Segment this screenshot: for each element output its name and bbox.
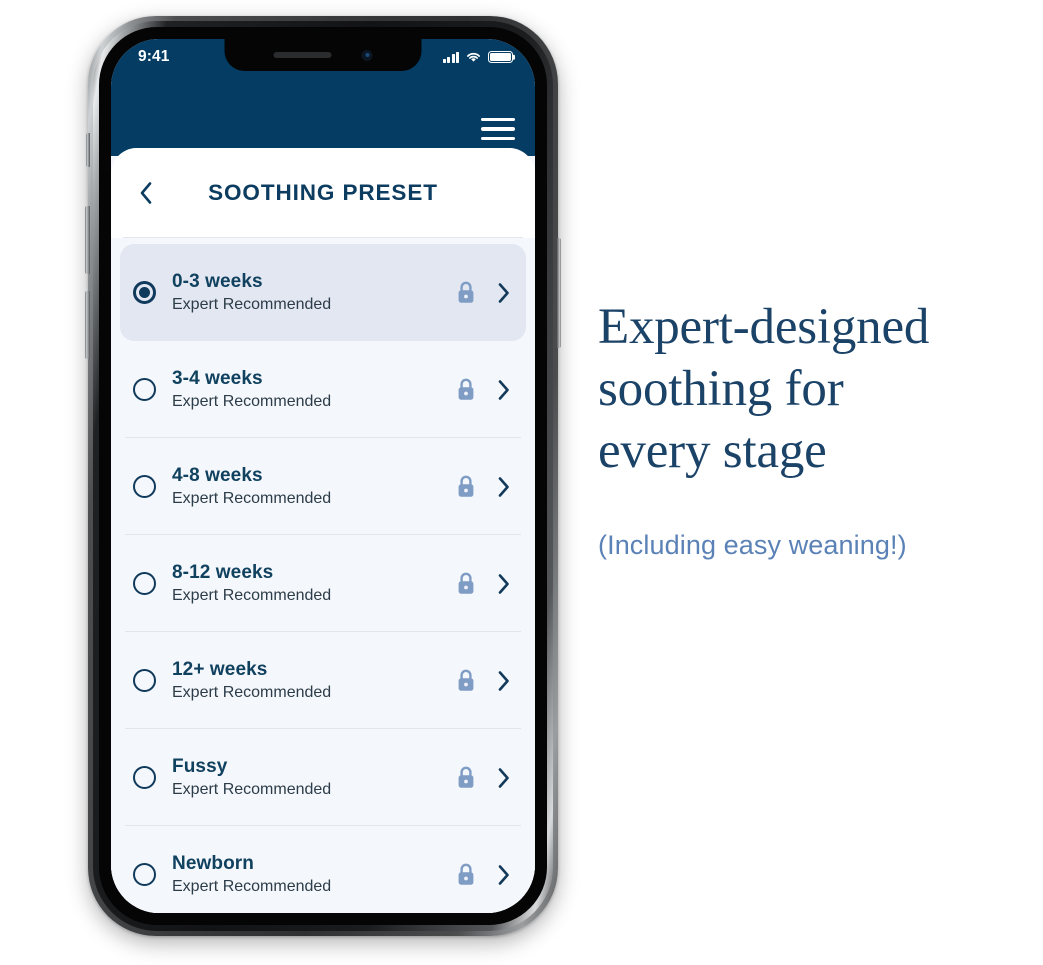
- list-item-subtitle: Expert Recommended: [172, 392, 332, 410]
- phone-screen: 9:41 SOOTHING PRESET 0-3 weeks Expert Re…: [111, 39, 535, 913]
- list-item-text: 0-3 weeks Expert Recommended: [172, 271, 455, 314]
- hamburger-menu-icon[interactable]: [481, 116, 515, 142]
- radio-button[interactable]: [133, 572, 156, 595]
- list-item-text: 3-4 weeks Expert Recommended: [172, 368, 455, 411]
- page-title: SOOTHING PRESET: [208, 180, 438, 205]
- chevron-left-icon: [140, 182, 152, 204]
- radio-button[interactable]: [133, 669, 156, 692]
- list-item[interactable]: Fussy Expert Recommended: [120, 729, 526, 826]
- content-sheet: SOOTHING PRESET 0-3 weeks Expert Recomme…: [111, 148, 535, 913]
- list-item-text: Newborn Expert Recommended: [172, 853, 455, 896]
- chevron-right-icon[interactable]: [497, 282, 510, 304]
- lock-icon: [455, 280, 477, 305]
- list-item-text: 4-8 weeks Expert Recommended: [172, 465, 455, 508]
- radio-button[interactable]: [133, 378, 156, 401]
- chevron-right-icon[interactable]: [497, 767, 510, 789]
- lock-icon: [455, 474, 477, 499]
- marketing-subhead: (Including easy weaning!): [598, 529, 907, 560]
- chevron-right-icon[interactable]: [497, 864, 510, 886]
- lock-icon: [455, 668, 477, 693]
- list-item[interactable]: 3-4 weeks Expert Recommended: [120, 341, 526, 438]
- list-item-title: 4-8 weeks: [172, 464, 263, 486]
- list-item[interactable]: Newborn Expert Recommended: [120, 826, 526, 913]
- list-item-subtitle: Expert Recommended: [172, 877, 332, 895]
- list-item[interactable]: 8-12 weeks Expert Recommended: [120, 535, 526, 632]
- list-item-title: 8-12 weeks: [172, 561, 274, 583]
- list-item-text: 12+ weeks Expert Recommended: [172, 659, 455, 702]
- list-item[interactable]: 0-3 weeks Expert Recommended: [120, 244, 526, 341]
- front-camera-icon: [361, 49, 373, 61]
- lock-icon: [455, 377, 477, 402]
- list-item[interactable]: 4-8 weeks Expert Recommended: [120, 438, 526, 535]
- volume-down-button[interactable]: [85, 291, 90, 359]
- marketing-headline: Expert-designed soothing for every stage: [598, 299, 930, 480]
- list-item-title: 0-3 weeks: [172, 270, 263, 292]
- signal-bars-icon: [443, 51, 459, 63]
- earpiece-speaker-icon: [273, 52, 332, 58]
- list-item-text: Fussy Expert Recommended: [172, 756, 455, 799]
- silent-switch-button[interactable]: [85, 133, 90, 167]
- list-item-title: 3-4 weeks: [172, 367, 263, 389]
- list-item-subtitle: Expert Recommended: [172, 683, 332, 701]
- wifi-icon: [467, 52, 480, 62]
- list-item-subtitle: Expert Recommended: [172, 586, 332, 604]
- lock-icon: [455, 862, 477, 887]
- radio-button[interactable]: [133, 863, 156, 886]
- battery-full-icon: [488, 51, 513, 63]
- phone-notch: [224, 39, 422, 71]
- list-item[interactable]: 12+ weeks Expert Recommended: [120, 632, 526, 729]
- phone-device-mockup: 9:41 SOOTHING PRESET 0-3 weeks Expert Re…: [85, 16, 561, 936]
- radio-button[interactable]: [133, 766, 156, 789]
- list-item-title: Newborn: [172, 852, 254, 874]
- page-header: SOOTHING PRESET: [111, 148, 535, 238]
- radio-button[interactable]: [133, 281, 156, 304]
- list-item-text: 8-12 weeks Expert Recommended: [172, 562, 455, 605]
- volume-up-button[interactable]: [85, 206, 90, 274]
- list-item-subtitle: Expert Recommended: [172, 295, 332, 313]
- screenshot-stage: 9:41 SOOTHING PRESET 0-3 weeks Expert Re…: [0, 0, 1043, 965]
- marketing-copy: Expert-designed soothing for every stage…: [598, 296, 1018, 562]
- power-button[interactable]: [556, 238, 561, 348]
- radio-button[interactable]: [133, 475, 156, 498]
- chevron-right-icon[interactable]: [497, 670, 510, 692]
- lock-icon: [455, 571, 477, 596]
- chevron-right-icon[interactable]: [497, 476, 510, 498]
- preset-list: 0-3 weeks Expert Recommended 3-4 weeks E…: [111, 238, 535, 913]
- status-bar-icons: [443, 49, 513, 63]
- chevron-right-icon[interactable]: [497, 573, 510, 595]
- list-item-subtitle: Expert Recommended: [172, 489, 332, 507]
- list-item-title: 12+ weeks: [172, 658, 268, 680]
- chevron-right-icon[interactable]: [497, 379, 510, 401]
- list-item-subtitle: Expert Recommended: [172, 780, 332, 798]
- list-item-title: Fussy: [172, 755, 228, 777]
- status-bar-time: 9:41: [138, 48, 170, 66]
- back-button[interactable]: [129, 176, 163, 210]
- lock-icon: [455, 765, 477, 790]
